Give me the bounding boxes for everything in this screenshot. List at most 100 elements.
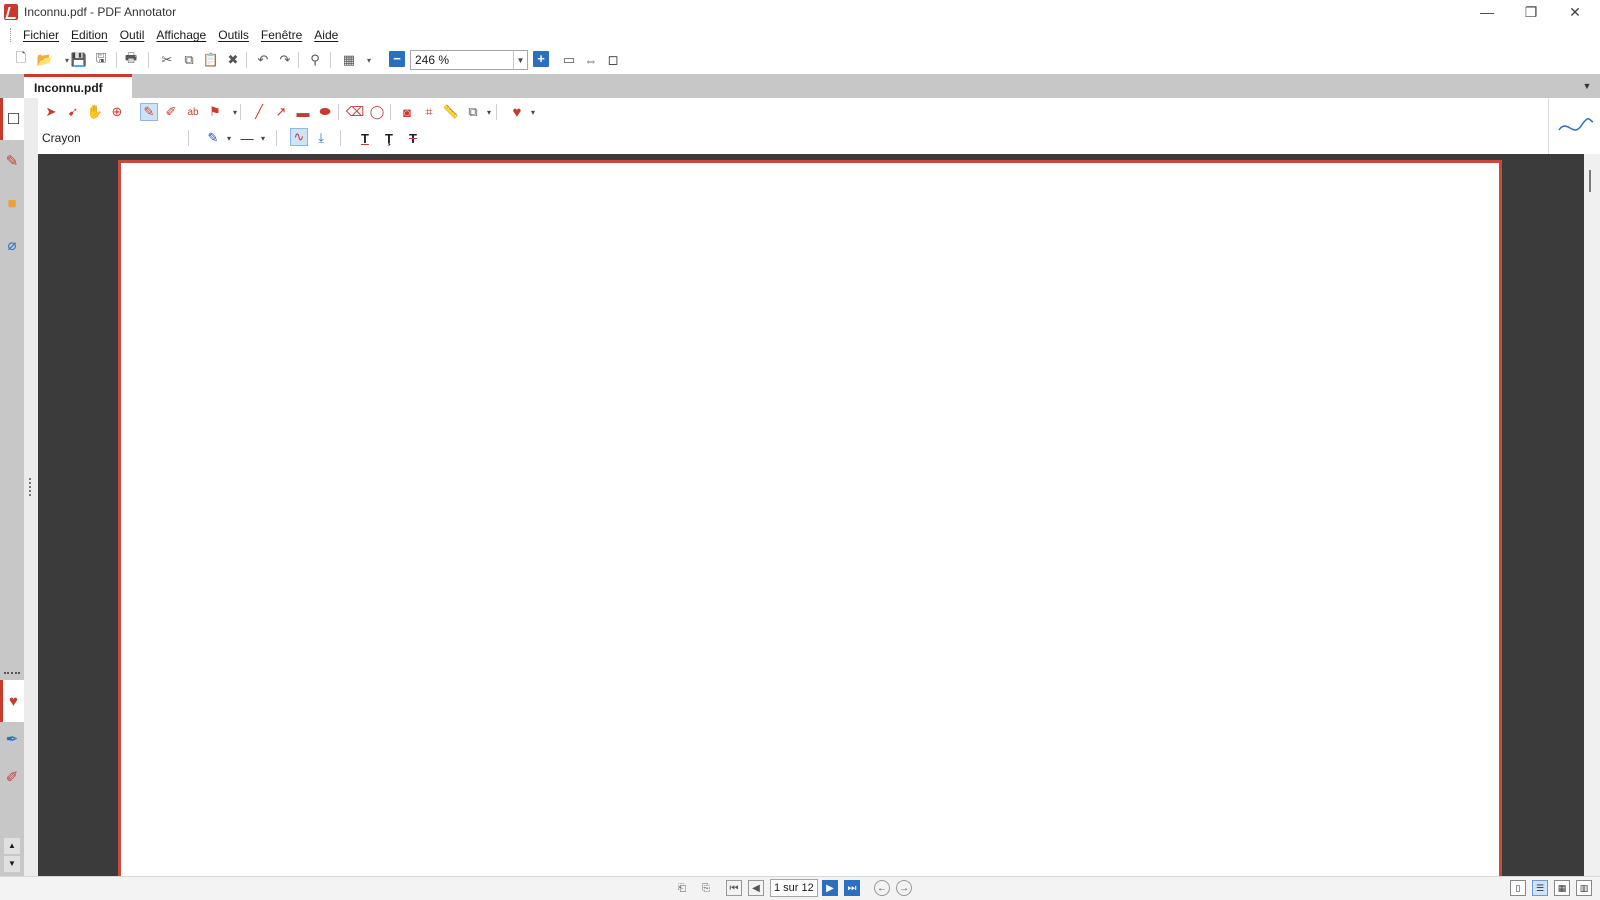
pressure-icon[interactable]: ⤓ — [312, 129, 330, 147]
continuous-view-icon[interactable]: ☰ — [1532, 880, 1548, 896]
hand-tool-icon[interactable]: ✋ — [86, 103, 104, 121]
zoom-combobox[interactable]: 246 % ▼ — [410, 50, 528, 70]
previous-page-button[interactable]: ◀ — [748, 880, 764, 896]
toolbar-separator — [330, 52, 331, 68]
restore-button[interactable]: ❐ — [1508, 0, 1554, 24]
minimize-button[interactable]: — — [1464, 0, 1510, 24]
strikeout-text-icon[interactable]: T — [404, 129, 422, 147]
underline-text-icon[interactable]: T — [356, 129, 374, 147]
highlighter-tool-icon[interactable]: ✐ — [162, 103, 180, 121]
paperclip-icon: ⌀ — [7, 237, 17, 254]
sidebar-tab-attachments[interactable]: ⌀ — [0, 224, 24, 266]
copy-icon[interactable]: ⧉ — [180, 51, 198, 69]
delete-icon[interactable]: ✖ — [224, 51, 242, 69]
select-arrow-icon[interactable]: ➤ — [42, 103, 60, 121]
pen-tool-icon[interactable]: ✎ — [140, 103, 158, 121]
undo-icon[interactable]: ↶ — [254, 51, 272, 69]
line-tool-icon[interactable]: ╱ — [250, 103, 268, 121]
page-layout-dropdown-icon[interactable]: ▾ — [360, 51, 378, 69]
history-back-icon[interactable]: ⎗ — [674, 880, 690, 896]
go-back-icon[interactable]: ← — [874, 880, 890, 896]
stamp-icon[interactable]: ⚑ — [206, 103, 224, 121]
arrow-tool-icon[interactable]: ↗ — [272, 103, 290, 121]
smooth-stroke-icon[interactable]: ∿ — [290, 128, 308, 146]
page-layout-icon[interactable]: ▦ — [340, 51, 358, 69]
sidebar-tab-annotations[interactable]: ✎ — [0, 140, 24, 182]
menu-edition[interactable]: Edition — [65, 28, 114, 42]
sidebar-scroll-up-icon[interactable]: ▲ — [4, 838, 20, 854]
cut-icon[interactable]: ✂ — [158, 51, 176, 69]
tab-inconnu-pdf[interactable]: Inconnu.pdf — [24, 74, 132, 98]
menu-aide[interactable]: Aide — [308, 28, 344, 42]
close-button[interactable]: ✕ — [1552, 0, 1598, 24]
last-page-button[interactable]: ⏭ — [844, 880, 860, 896]
redo-icon[interactable]: ↷ — [276, 51, 294, 69]
menu-fenetre[interactable]: Fenêtre — [255, 28, 308, 42]
vertical-scrollbar[interactable] — [1584, 154, 1600, 876]
folder-icon: ■ — [7, 194, 17, 212]
toolbar-separator — [298, 52, 299, 68]
fullscreen-icon[interactable]: ◻ — [604, 51, 622, 69]
favorites-dropdown-icon[interactable]: ▾ — [524, 103, 542, 121]
single-page-view-icon[interactable]: ▯ — [1510, 880, 1526, 896]
splitter-grip[interactable] — [29, 478, 32, 496]
menu-affichage[interactable]: Affichage — [150, 28, 212, 42]
zoom-dropdown-icon[interactable]: ▼ — [513, 51, 527, 69]
toolbar-separator — [496, 104, 497, 120]
save-icon[interactable]: 💾 — [70, 51, 88, 69]
zoom-value[interactable]: 246 % — [411, 53, 513, 67]
new-document-icon[interactable]: 🗋 — [12, 50, 30, 69]
save-as-icon[interactable]: 🖫 — [92, 50, 110, 69]
ruler-icon[interactable]: 📏 — [442, 103, 460, 121]
page-outline-icon: ☐ — [6, 111, 21, 128]
two-page-view-icon[interactable]: ▦ — [1554, 880, 1570, 896]
find-binoculars-icon[interactable]: ⚲ — [306, 51, 324, 69]
zoom-in-button[interactable]: + — [533, 51, 549, 67]
fit-page-icon[interactable]: ▭ — [560, 51, 578, 69]
open-folder-icon[interactable]: 📂 — [36, 51, 54, 69]
tab-list-dropdown-icon[interactable]: ▼ — [1578, 77, 1596, 95]
stroke-preview-icon — [1558, 118, 1594, 131]
sidebar-tab-highlighter[interactable]: ✐ — [0, 756, 24, 798]
menu-outils[interactable]: Outils — [212, 28, 255, 42]
go-forward-icon[interactable]: → — [896, 880, 912, 896]
vertical-scrollbar-thumb[interactable] — [1589, 170, 1591, 192]
window-title: Inconnu.pdf - PDF Annotator — [24, 5, 177, 19]
sidebar-grip[interactable] — [4, 672, 20, 674]
stroke-preview — [1548, 98, 1600, 154]
pen-color-dropdown-icon[interactable]: ▾ — [220, 129, 238, 147]
print-icon[interactable]: 🖶 — [122, 50, 140, 69]
menu-fichier[interactable]: Fichier — [17, 28, 65, 42]
toolbar-separator — [246, 52, 247, 68]
sidebar-tab-favorites[interactable]: ♥ — [0, 680, 24, 722]
menu-outil[interactable]: Outil — [114, 28, 151, 42]
camera-snapshot-icon[interactable]: ◙ — [398, 103, 416, 121]
paste-icon[interactable]: 📋 — [202, 51, 220, 69]
zoom-tool-icon[interactable]: ⊕ — [108, 103, 126, 121]
sidebar-scroll-down-icon[interactable]: ▼ — [4, 856, 20, 872]
first-page-button[interactable]: ⏮ — [726, 880, 742, 896]
sidebar-tab-pen-tool[interactable]: ✒ — [0, 718, 24, 760]
rectangle-tool-icon[interactable]: ▬ — [294, 103, 312, 121]
pen-tool-icon: ✒ — [5, 731, 19, 748]
line-width-dropdown-icon[interactable]: ▾ — [254, 129, 272, 147]
sidebar-tab-bookmarks[interactable]: ■ — [0, 182, 24, 224]
pdf-page[interactable] — [118, 160, 1502, 876]
crop-icon[interactable]: ⌗ — [420, 103, 438, 121]
eraser-icon[interactable]: ⌫ — [346, 103, 364, 121]
next-page-button[interactable]: ▶ — [822, 880, 838, 896]
stamp-dropdown-icon[interactable]: ▾ — [226, 103, 244, 121]
squiggly-text-icon[interactable]: Ţ — [380, 129, 398, 147]
fit-width-icon[interactable]: ⇔ — [582, 51, 600, 69]
text-box-icon[interactable]: ab — [184, 103, 202, 121]
zoom-out-button[interactable]: − — [389, 51, 405, 67]
current-tool-label: Crayon — [42, 131, 81, 145]
sidebar-tab-pages[interactable]: ☐ — [0, 98, 24, 140]
heart-icon: ♥ — [9, 692, 18, 710]
history-forward-icon[interactable]: ⎘ — [698, 880, 714, 896]
two-page-continuous-view-icon[interactable]: ▥ — [1576, 880, 1592, 896]
ellipse-tool-icon[interactable]: ⬬ — [316, 103, 334, 121]
lasso-icon[interactable]: ◯ — [368, 103, 386, 121]
page-number-field[interactable]: 1 sur 12 — [770, 879, 818, 897]
select-text-icon[interactable]: ➹ — [64, 103, 82, 121]
